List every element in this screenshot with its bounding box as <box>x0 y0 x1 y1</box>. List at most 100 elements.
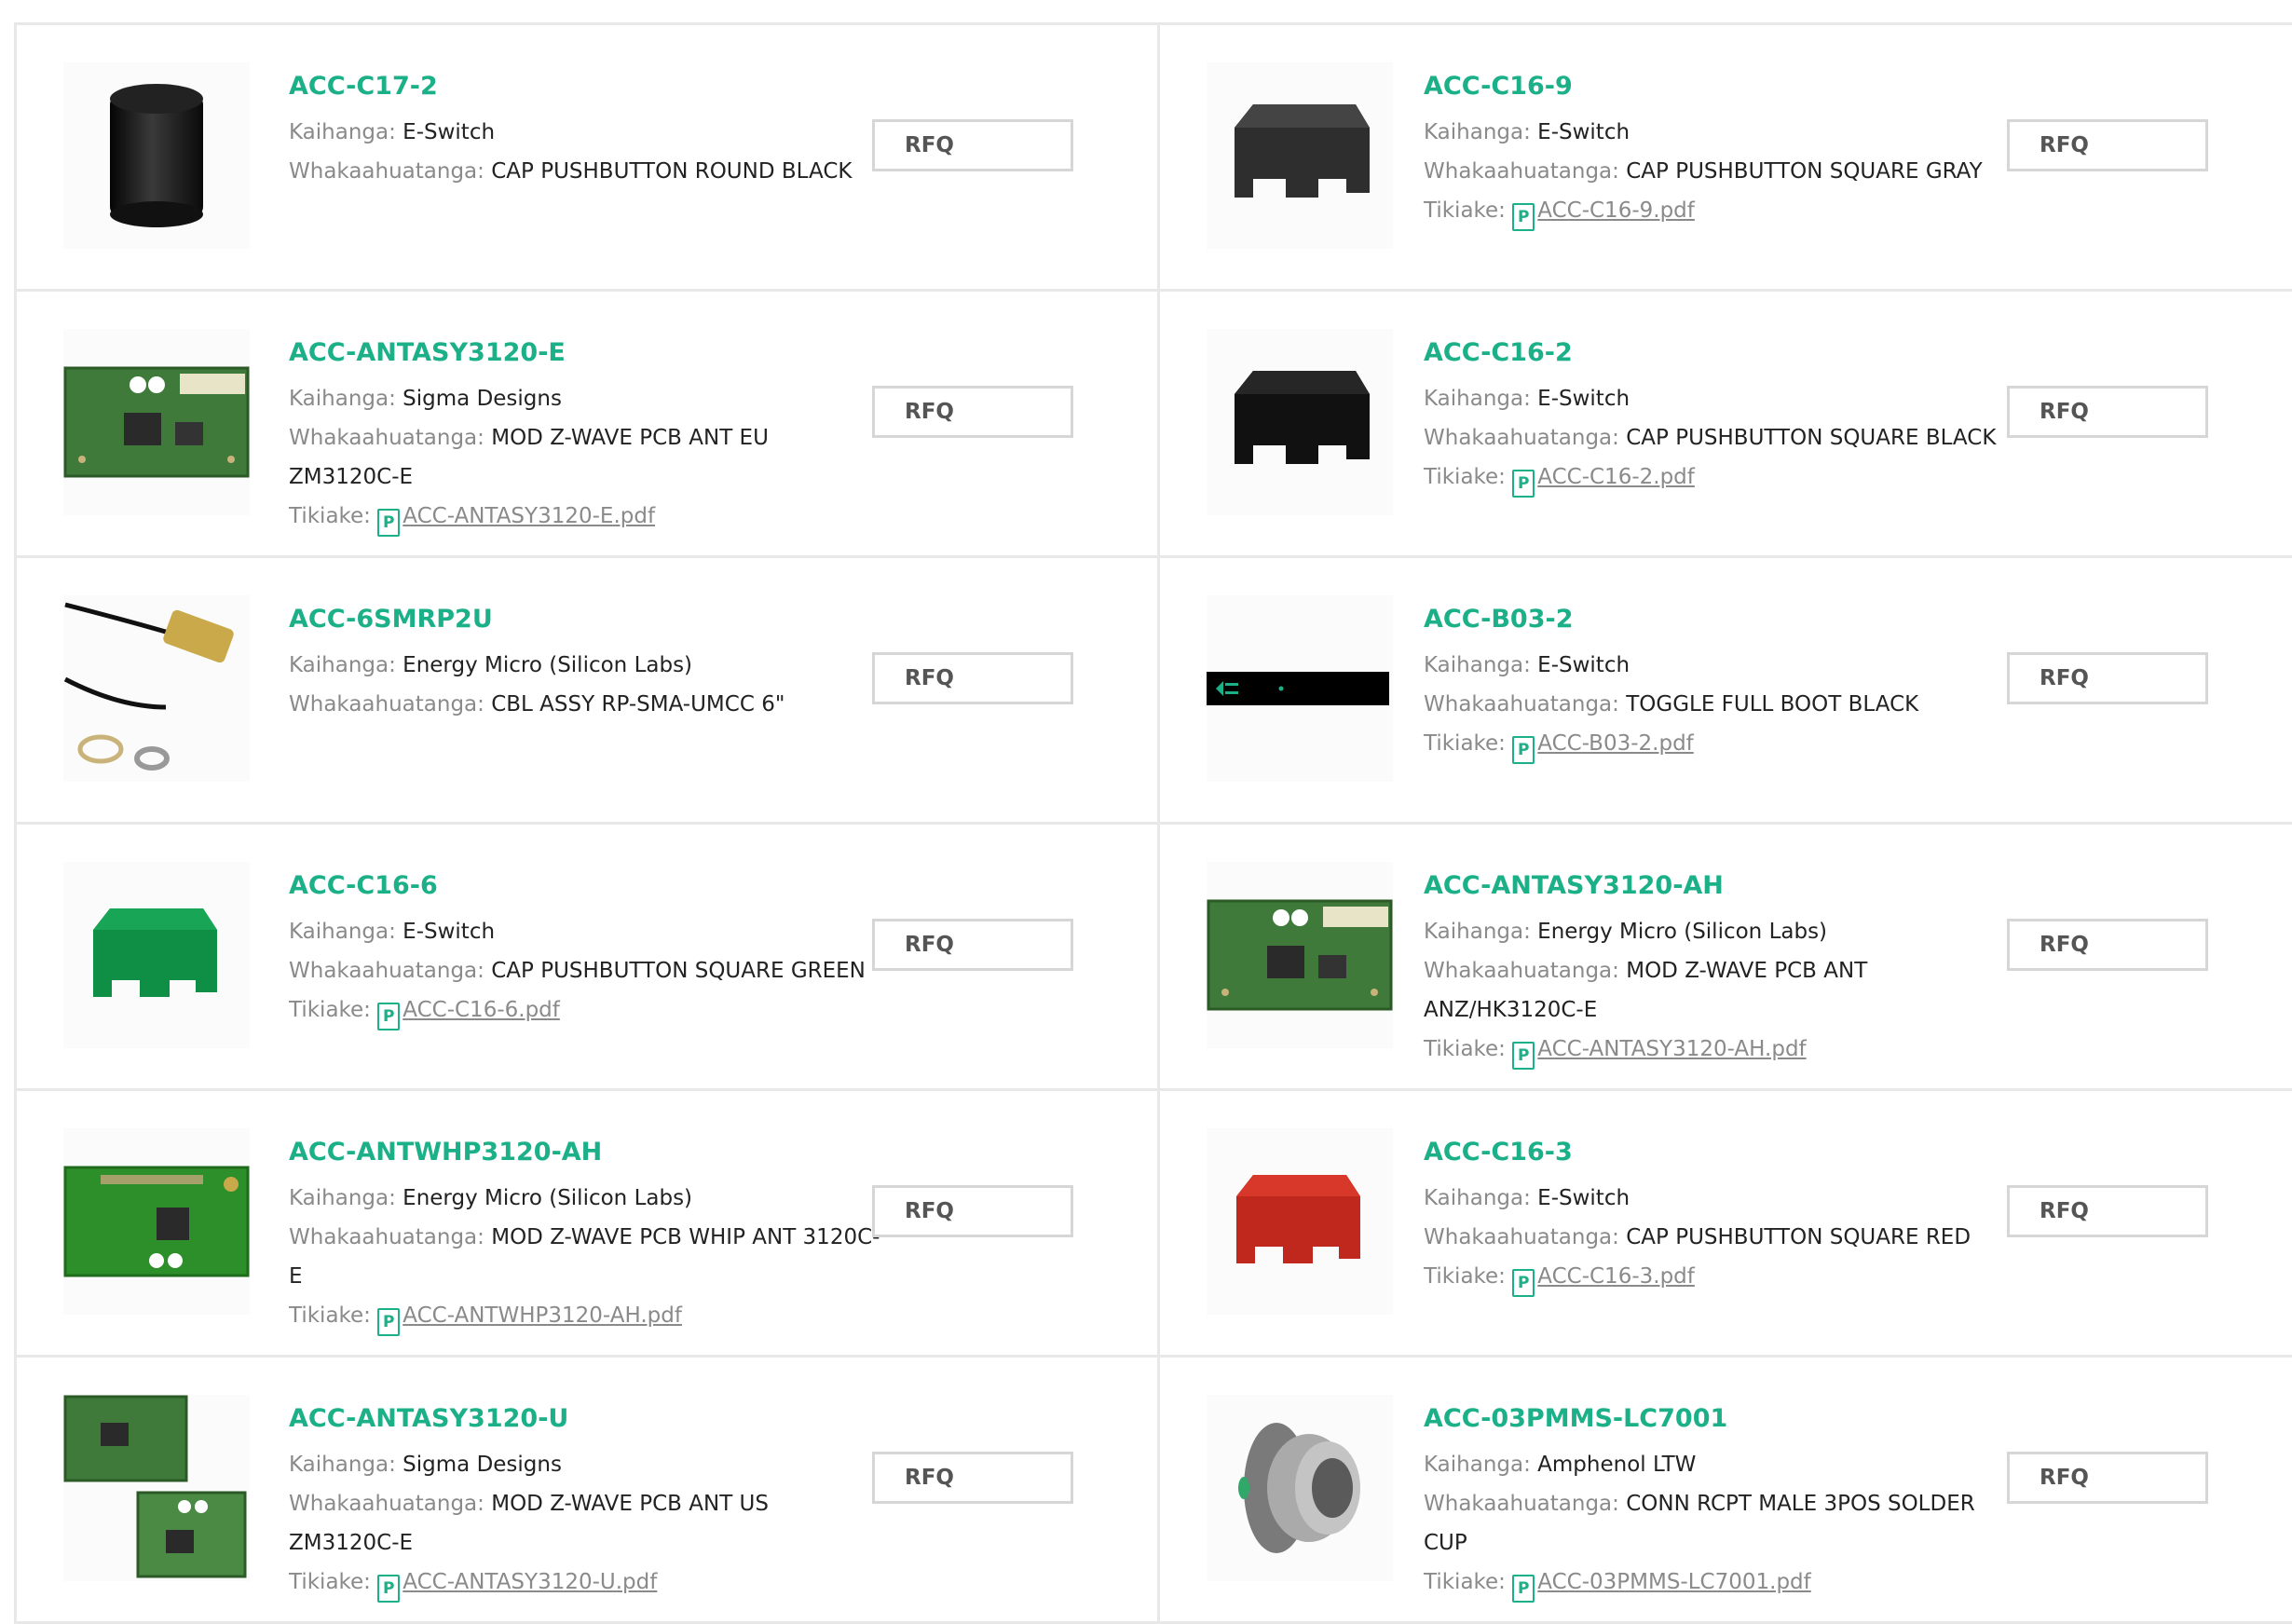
datasheet-line: Tikiake: P ACC-C16-9.pdf <box>1424 191 2020 231</box>
rfq-button[interactable]: RFQ <box>872 919 1073 971</box>
part-number-link[interactable]: ACC-ANTWHP3120-AH <box>289 1134 885 1171</box>
manufacturer-value: E-Switch <box>1537 120 1630 144</box>
datasheet-link[interactable]: ACC-C16-6.pdf <box>402 998 560 1022</box>
datasheet-link[interactable]: ACC-C16-2.pdf <box>1537 465 1695 489</box>
product-info: ACC-B03-2 Kaihanga: E-Switch Whakaahuata… <box>1424 601 2020 764</box>
pdf-icon[interactable]: P <box>1512 470 1535 498</box>
pcb-whip-module-image[interactable] <box>63 1128 250 1315</box>
dual-pcb-module-image[interactable] <box>63 1395 250 1581</box>
pdf-icon[interactable]: P <box>377 509 401 537</box>
rfq-button[interactable]: RFQ <box>2007 1185 2208 1237</box>
datasheet-label: Tikiake: <box>1424 1037 1513 1061</box>
rfq-button[interactable]: RFQ <box>2007 652 2208 704</box>
product-card: ACC-C17-2 Kaihanga: E-Switch Whakaahuata… <box>14 25 1157 292</box>
part-number-link[interactable]: ACC-C16-6 <box>289 867 885 905</box>
datasheet-label: Tikiake: <box>1424 1570 1513 1594</box>
pdf-icon[interactable]: P <box>1512 203 1535 231</box>
part-number-link[interactable]: ACC-ANTASY3120-AH <box>1424 867 2020 905</box>
manufacturer-label: Kaihanga: <box>1424 1453 1538 1477</box>
datasheet-label: Tikiake: <box>1424 465 1513 489</box>
datasheet-link[interactable]: ACC-C16-3.pdf <box>1537 1264 1695 1289</box>
rfq-button[interactable]: RFQ <box>872 652 1073 704</box>
description-label: Whakaahuatanga: <box>289 692 492 716</box>
description-value: CAP PUSHBUTTON SQUARE BLACK <box>1626 426 1997 450</box>
product-info: ACC-ANTWHP3120-AH Kaihanga: Energy Micro… <box>289 1134 885 1336</box>
toggle-boot-image[interactable] <box>1207 595 1393 782</box>
part-number-link[interactable]: ACC-B03-2 <box>1424 601 2020 638</box>
manufacturer-line: Kaihanga: Energy Micro (Silicon Labs) <box>289 646 885 685</box>
datasheet-line: Tikiake: P ACC-ANTASY3120-E.pdf <box>289 497 885 537</box>
square-gray-cap-image[interactable] <box>1207 62 1393 249</box>
square-red-cap-image[interactable] <box>1207 1128 1393 1315</box>
rfq-button[interactable]: RFQ <box>2007 119 2208 171</box>
datasheet-label: Tikiake: <box>1424 198 1513 223</box>
round-black-cap-image[interactable] <box>63 62 250 249</box>
pdf-icon[interactable]: P <box>377 1575 401 1603</box>
manufacturer-value: Amphenol LTW <box>1537 1453 1697 1477</box>
part-number-link[interactable]: ACC-ANTASY3120-U <box>289 1400 885 1438</box>
product-info: ACC-6SMRP2U Kaihanga: Energy Micro (Sili… <box>289 601 885 724</box>
description-value: CAP PUSHBUTTON SQUARE GREEN <box>491 959 866 983</box>
cable-assembly-image[interactable] <box>63 595 250 782</box>
datasheet-link[interactable]: ACC-03PMMS-LC7001.pdf <box>1537 1570 1811 1594</box>
datasheet-label: Tikiake: <box>1424 1264 1513 1289</box>
datasheet-link[interactable]: ACC-ANTASY3120-E.pdf <box>402 504 655 528</box>
description-line: Whakaahuatanga: MOD Z-WAVE PCB ANT US ZM… <box>289 1484 885 1563</box>
description-line: Whakaahuatanga: CONN RCPT MALE 3POS SOLD… <box>1424 1484 2020 1563</box>
datasheet-link[interactable]: ACC-ANTASY3120-AH.pdf <box>1537 1037 1806 1061</box>
description-label: Whakaahuatanga: <box>289 1492 492 1516</box>
square-black-cap-image[interactable] <box>1207 329 1393 515</box>
description-label: Whakaahuatanga: <box>1424 426 1627 450</box>
manufacturer-value: E-Switch <box>402 920 496 944</box>
pdf-icon[interactable]: P <box>377 1003 401 1030</box>
manufacturer-line: Kaihanga: E-Switch <box>289 912 885 951</box>
datasheet-line: Tikiake: P ACC-C16-6.pdf <box>289 990 885 1030</box>
product-card: ACC-ANTASY3120-AH Kaihanga: Energy Micro… <box>1157 825 2292 1091</box>
manufacturer-label: Kaihanga: <box>289 387 403 411</box>
product-grid: ACC-C17-2 Kaihanga: E-Switch Whakaahuata… <box>14 22 2292 1624</box>
square-green-cap-image[interactable] <box>63 862 250 1048</box>
pdf-icon[interactable]: P <box>1512 736 1535 764</box>
pcb-module-image[interactable] <box>63 329 250 515</box>
rfq-button[interactable]: RFQ <box>872 1185 1073 1237</box>
part-number-link[interactable]: ACC-C17-2 <box>289 68 885 105</box>
manufacturer-label: Kaihanga: <box>289 920 403 944</box>
part-number-link[interactable]: ACC-03PMMS-LC7001 <box>1424 1400 2020 1438</box>
description-line: Whakaahuatanga: CAP PUSHBUTTON SQUARE RE… <box>1424 1218 2020 1257</box>
datasheet-line: Tikiake: P ACC-C16-3.pdf <box>1424 1257 2020 1297</box>
manufacturer-label: Kaihanga: <box>1424 920 1538 944</box>
datasheet-link[interactable]: ACC-C16-9.pdf <box>1537 198 1695 223</box>
datasheet-line: Tikiake: P ACC-C16-2.pdf <box>1424 457 2020 498</box>
datasheet-link[interactable]: ACC-B03-2.pdf <box>1537 731 1694 756</box>
datasheet-label: Tikiake: <box>289 1303 378 1328</box>
product-info: ACC-C17-2 Kaihanga: E-Switch Whakaahuata… <box>289 68 885 191</box>
manufacturer-value: Energy Micro (Silicon Labs) <box>402 1186 693 1210</box>
circular-connector-image[interactable] <box>1207 1395 1393 1581</box>
product-card: ACC-ANTASY3120-U Kaihanga: Sigma Designs… <box>14 1358 1157 1624</box>
pdf-icon[interactable]: P <box>1512 1269 1535 1297</box>
rfq-button[interactable]: RFQ <box>2007 386 2208 438</box>
rfq-button[interactable]: RFQ <box>872 1452 1073 1504</box>
pdf-icon[interactable]: P <box>1512 1042 1535 1070</box>
part-number-link[interactable]: ACC-C16-3 <box>1424 1134 2020 1171</box>
part-number-link[interactable]: ACC-C16-9 <box>1424 68 2020 105</box>
manufacturer-value: E-Switch <box>402 120 496 144</box>
datasheet-link[interactable]: ACC-ANTWHP3120-AH.pdf <box>402 1303 682 1328</box>
datasheet-line: Tikiake: P ACC-03PMMS-LC7001.pdf <box>1424 1563 2020 1603</box>
product-info: ACC-03PMMS-LC7001 Kaihanga: Amphenol LTW… <box>1424 1400 2020 1603</box>
datasheet-link[interactable]: ACC-ANTASY3120-U.pdf <box>402 1570 657 1594</box>
manufacturer-line: Kaihanga: E-Switch <box>1424 1179 2020 1218</box>
part-number-link[interactable]: ACC-C16-2 <box>1424 334 2020 372</box>
manufacturer-line: Kaihanga: Energy Micro (Silicon Labs) <box>289 1179 885 1218</box>
rfq-button[interactable]: RFQ <box>2007 1452 2208 1504</box>
rfq-button[interactable]: RFQ <box>2007 919 2208 971</box>
datasheet-label: Tikiake: <box>289 998 378 1022</box>
description-label: Whakaahuatanga: <box>289 1225 492 1249</box>
rfq-button[interactable]: RFQ <box>872 119 1073 171</box>
pcb-module-image[interactable] <box>1207 862 1393 1048</box>
part-number-link[interactable]: ACC-6SMRP2U <box>289 601 885 638</box>
pdf-icon[interactable]: P <box>1512 1575 1535 1603</box>
part-number-link[interactable]: ACC-ANTASY3120-E <box>289 334 885 372</box>
pdf-icon[interactable]: P <box>377 1308 401 1336</box>
rfq-button[interactable]: RFQ <box>872 386 1073 438</box>
